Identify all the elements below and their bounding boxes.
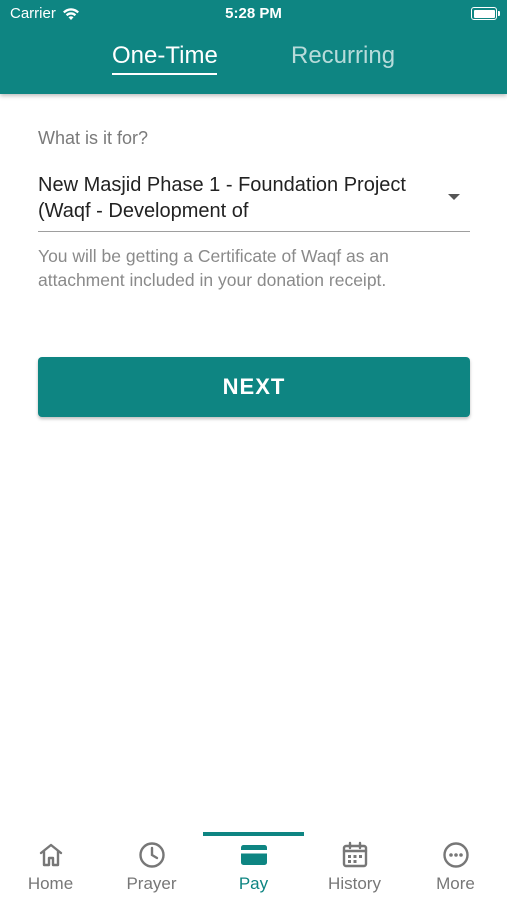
tab-recurring[interactable]: Recurring	[291, 42, 395, 70]
donation-type-tabs: One-Time Recurring	[0, 42, 507, 82]
bottom-nav: Home Prayer Pay History More	[0, 832, 507, 900]
home-icon	[39, 843, 62, 867]
next-button[interactable]: NEXT	[38, 357, 470, 417]
active-nav-indicator	[203, 832, 304, 836]
nav-item-more[interactable]: More	[405, 840, 506, 900]
calendar-icon	[342, 841, 367, 868]
purpose-select[interactable]: New Masjid Phase 1 - Foundation Project …	[38, 170, 470, 232]
more-icon	[442, 842, 469, 868]
nav-label-pay: Pay	[238, 874, 269, 893]
nav-item-history[interactable]: History	[304, 840, 405, 900]
nav-label-home: Home	[27, 874, 74, 893]
nav-item-prayer[interactable]: Prayer	[101, 840, 202, 900]
nav-label-prayer: Prayer	[126, 874, 177, 893]
status-time: 5:28 PM	[225, 5, 282, 22]
nav-label-history: History	[328, 874, 381, 893]
certificate-helper-text: You will be getting a Certificate of Waq…	[38, 246, 389, 290]
nav-item-home[interactable]: Home	[0, 840, 101, 900]
donation-form: What is it for? New Masjid Phase 1 - Fou…	[38, 128, 470, 290]
purpose-label: What is it for?	[38, 128, 149, 148]
app-header: Carrier 5:28 PM One-Time Recurring	[0, 0, 507, 94]
battery-icon	[471, 7, 500, 20]
status-bar: Carrier 5:28 PM	[0, 0, 507, 28]
nav-item-pay[interactable]: Pay	[203, 840, 304, 900]
card-icon	[240, 845, 267, 865]
clock-icon	[138, 842, 165, 868]
active-tab-underline	[112, 73, 217, 75]
purpose-selected-value: New Masjid Phase 1 - Foundation Project …	[38, 174, 406, 222]
nav-label-more: More	[436, 874, 475, 893]
tab-one-time[interactable]: One-Time	[112, 42, 218, 70]
dropdown-arrow-icon	[448, 194, 460, 200]
